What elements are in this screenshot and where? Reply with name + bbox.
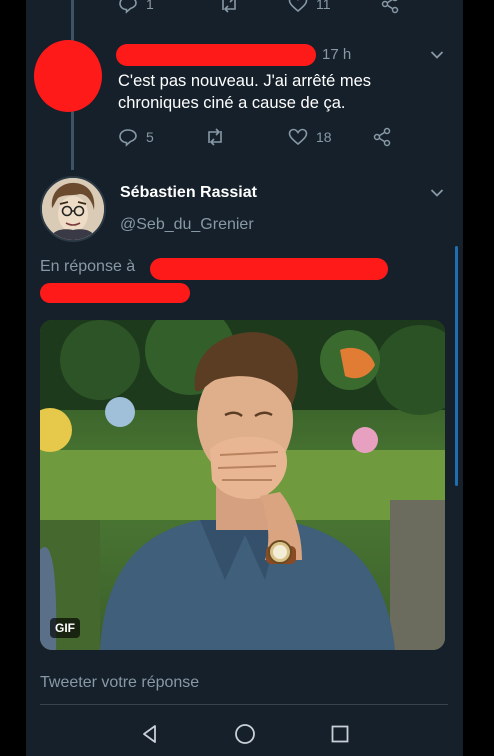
like-count: 18: [316, 129, 332, 145]
reply-input[interactable]: Tweeter votre réponse: [40, 674, 199, 692]
like-count: 11: [316, 0, 331, 12]
share-button[interactable]: [372, 127, 392, 147]
author-handle[interactable]: @Seb_du_Grenier: [120, 216, 254, 234]
recents-icon[interactable]: [330, 724, 350, 744]
like-button[interactable]: 18: [288, 128, 372, 146]
device-bezel-left: [0, 0, 26, 756]
share-icon: [381, 0, 399, 14]
reply-button[interactable]: 5: [118, 127, 204, 147]
reply-composer: Tweeter votre réponse: [26, 656, 463, 710]
author-name[interactable]: Sébastien Rassiat: [120, 184, 257, 202]
tweet-body: C'est pas nouveau. J'ai arrêté mes chron…: [118, 70, 418, 114]
gif-media[interactable]: GIF: [40, 320, 445, 650]
gif-image: [40, 320, 445, 650]
twitter-thread-screen: 1 11 17 h C'est pas nouveau. J'ai arrêté…: [26, 0, 463, 756]
avatar[interactable]: [40, 176, 106, 242]
share-icon: [373, 127, 391, 147]
redacted-author-name: [116, 44, 316, 66]
scrollbar[interactable]: [455, 246, 458, 486]
retweet-icon: [208, 128, 222, 146]
reply-icon: [119, 129, 137, 147]
gif-badge: GIF: [50, 618, 80, 638]
tweet-actions: 5 18: [118, 127, 392, 147]
like-button[interactable]: 11: [288, 0, 380, 13]
reply-button[interactable]: 1: [118, 0, 218, 14]
redacted-avatar[interactable]: [34, 40, 102, 112]
reply-icon: [119, 0, 137, 14]
tweet-timestamp: 17 h: [322, 46, 352, 63]
system-navigation-bar: [26, 712, 463, 756]
home-icon[interactable]: [234, 723, 256, 745]
redacted-mention: [150, 258, 388, 280]
reply-count: 1: [146, 0, 154, 12]
share-button[interactable]: [380, 0, 400, 14]
retweet-button[interactable]: [204, 128, 288, 146]
like-icon: [288, 0, 308, 13]
tweet-text-line: C'est pas nouveau. J'ai arrêté mes: [118, 72, 372, 90]
back-icon[interactable]: [140, 724, 160, 744]
retweet-button[interactable]: [218, 0, 288, 13]
retweet-icon: [222, 0, 236, 13]
like-icon: [288, 128, 308, 146]
composer-divider: [40, 704, 448, 705]
previous-tweet-actions: 1 11: [118, 0, 400, 14]
chevron-down-icon[interactable]: [430, 50, 444, 60]
tweet-text-line: chroniques ciné a cause de ça.: [118, 94, 346, 112]
reply-count: 5: [146, 129, 154, 145]
profile-picture: [42, 178, 104, 240]
device-bezel-right: [463, 0, 494, 756]
redacted-mention: [40, 283, 190, 303]
chevron-down-icon[interactable]: [430, 188, 444, 198]
reply-to-label: En réponse à: [40, 258, 136, 275]
